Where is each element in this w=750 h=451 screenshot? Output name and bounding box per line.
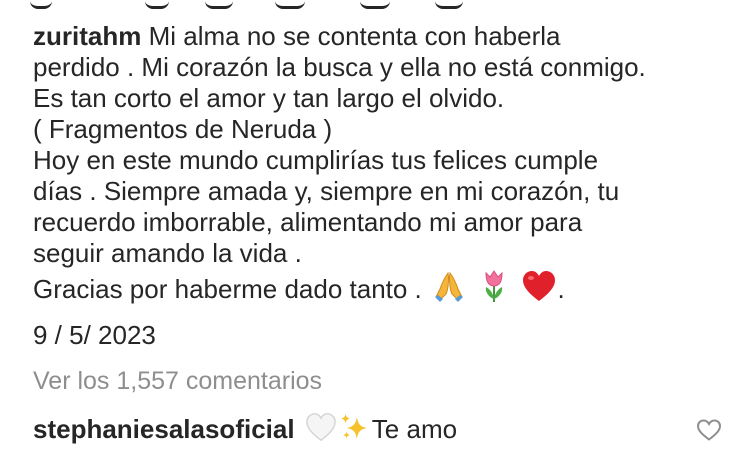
previous-content-fragment xyxy=(30,0,470,9)
praying-hands-icon xyxy=(435,271,464,302)
caption-last-line: Gracias por haberme dado tanto . . xyxy=(33,269,733,305)
like-heart-icon[interactable] xyxy=(696,418,722,442)
red-heart-icon xyxy=(523,271,556,301)
post-date: 9 / 5/ 2023 xyxy=(33,320,156,350)
caption-line-1: zuritahm Mi alma no se contenta con habe… xyxy=(33,21,733,52)
tulip-icon xyxy=(485,270,503,302)
sparkles-icon xyxy=(340,413,368,440)
caption-text-line: Mi alma no se contenta con haberla xyxy=(148,21,561,51)
caption-trailing-period: . xyxy=(557,274,565,304)
caption-text-line: recuerdo imborrable, alimentando mi amor… xyxy=(33,207,583,237)
comment-text: Te amo xyxy=(371,414,458,444)
caption-username[interactable]: zuritahm xyxy=(33,21,141,51)
caption-text-line: Hoy en este mundo cumplirías tus felices… xyxy=(33,145,599,175)
caption-text-line: perdido . Mi corazón la busca y ella no … xyxy=(33,52,646,82)
caption-text-line: ( Fragmentos de Neruda ) xyxy=(33,114,333,144)
white-heart-icon xyxy=(305,413,336,442)
comment-username[interactable]: stephaniesalasoficial xyxy=(33,414,295,444)
caption-text-line: Es tan corto el amor y tan largo el olvi… xyxy=(33,83,505,113)
caption-text-line: Gracias por haberme dado tanto . xyxy=(33,274,422,304)
caption-text-line: seguir amando la vida . xyxy=(33,238,302,268)
comment-row: stephaniesalasoficial Te amo xyxy=(33,411,457,445)
caption-text-line: días . Siempre amada y, siempre en mi co… xyxy=(33,176,620,206)
post-caption: zuritahm Mi alma no se contenta con habe… xyxy=(33,21,733,305)
view-all-comments-link[interactable]: Ver los 1,557 comentarios xyxy=(33,367,322,396)
